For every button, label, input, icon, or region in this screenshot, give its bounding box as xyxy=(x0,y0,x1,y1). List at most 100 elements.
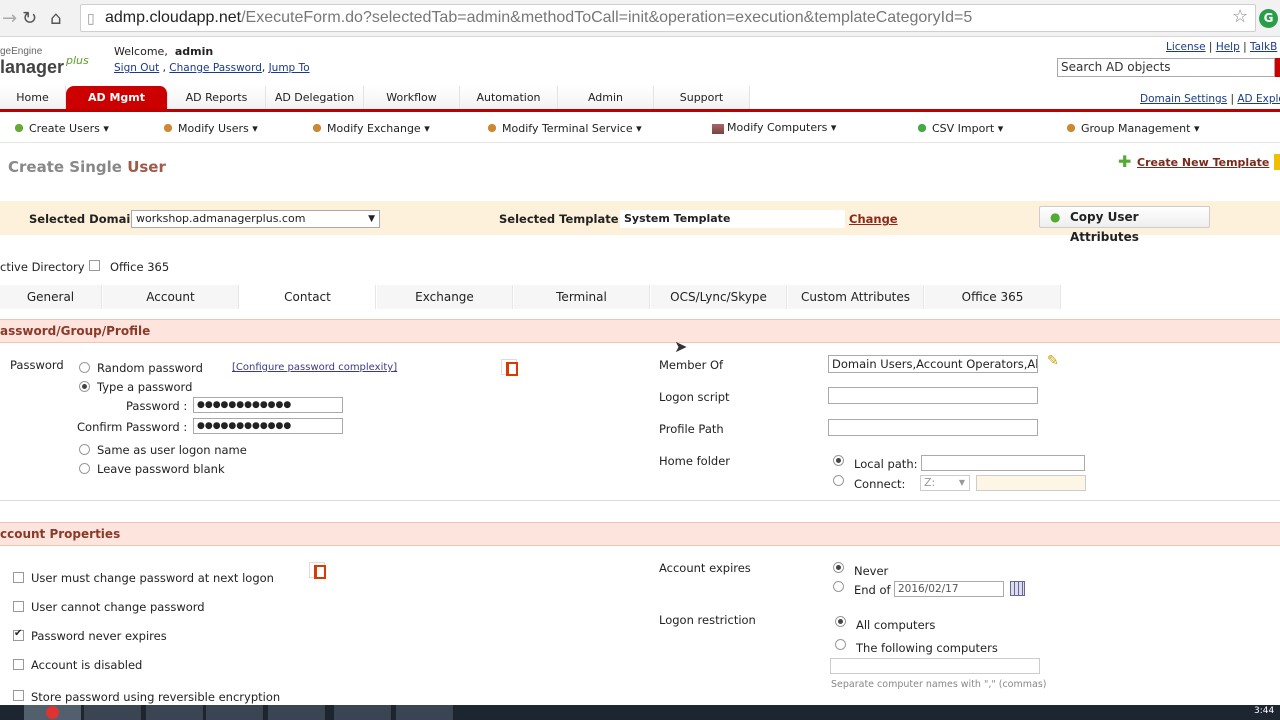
license-link[interactable]: License xyxy=(1166,41,1206,53)
must-change-password-checkbox[interactable] xyxy=(13,572,24,583)
password-input[interactable]: ●●●●●●●●●●●● xyxy=(193,397,343,413)
tab-general[interactable]: General xyxy=(0,285,102,309)
tab-ocs-lync-skype[interactable]: OCS/Lync/Skype xyxy=(651,285,787,309)
password-never-expires-checkbox[interactable] xyxy=(13,628,24,641)
menu-modify-terminal-service[interactable]: Modify Terminal Service ▾ xyxy=(485,121,642,135)
selected-template-value: System Template xyxy=(620,210,845,228)
taskbar-app-icon[interactable] xyxy=(268,705,326,720)
tab-office-365[interactable]: Office 365 xyxy=(925,285,1061,309)
profile-path-input[interactable] xyxy=(828,419,1038,436)
tab-home[interactable]: Home xyxy=(0,86,66,109)
type-password-label: Type a password xyxy=(97,380,193,394)
confirm-password-input[interactable]: ●●●●●●●●●●●● xyxy=(193,418,343,434)
all-computers-label: All computers xyxy=(856,618,936,632)
domain-select[interactable]: workshop.admanagerplus.com ▼ xyxy=(131,210,380,228)
end-date-input[interactable]: 2016/02/17 xyxy=(894,581,1004,597)
tab-contact[interactable]: Contact xyxy=(240,285,376,309)
cannot-change-password-checkbox[interactable] xyxy=(13,601,24,612)
local-path-input[interactable] xyxy=(921,455,1085,471)
tab-admin[interactable]: Admin xyxy=(558,86,654,109)
all-computers-radio[interactable] xyxy=(835,616,846,627)
menu-modify-computers[interactable]: Modify Computers ▾ xyxy=(712,121,836,134)
tab-ad-delegation[interactable]: AD Delegation xyxy=(266,86,364,109)
tab-ad-mgmt[interactable]: AD Mgmt xyxy=(66,86,168,109)
menu-csv-import[interactable]: CSV Import ▾ xyxy=(915,121,1003,135)
taskbar-app-icon[interactable] xyxy=(206,705,264,720)
mouse-cursor-icon: ➤ xyxy=(674,337,688,356)
search-ad-objects-input[interactable]: Search AD objects xyxy=(1057,58,1275,77)
account-disabled-checkbox[interactable] xyxy=(13,659,24,670)
menu-modify-users[interactable]: Modify Users ▾ xyxy=(161,121,258,135)
same-as-logon-radio[interactable] xyxy=(79,444,90,455)
change-template-link[interactable]: Change xyxy=(849,212,898,226)
taskbar-clock: 3:44 xyxy=(1254,706,1275,716)
add-template-icon: ✚ xyxy=(1118,152,1132,171)
home-icon[interactable]: ⌂ xyxy=(50,8,61,29)
bookmark-star-icon[interactable]: ☆ xyxy=(1232,6,1248,27)
leave-blank-radio[interactable] xyxy=(79,463,90,474)
local-path-label: Local path: xyxy=(854,457,918,471)
connect-path-input[interactable] xyxy=(976,475,1086,491)
following-computers-radio[interactable] xyxy=(835,639,846,650)
main-tab-bar: Home AD Mgmt AD Reports AD Delegation Wo… xyxy=(0,86,1280,112)
local-path-radio[interactable] xyxy=(833,455,844,466)
tab-workflow[interactable]: Workflow xyxy=(364,86,460,109)
member-of-input[interactable]: Domain Users,Account Operators,All xyxy=(828,355,1038,373)
office365-label: Office 365 xyxy=(110,260,170,274)
end-of-radio[interactable] xyxy=(833,581,844,592)
member-of-label: Member Of xyxy=(659,358,724,372)
ad-explorer-link[interactable]: AD Explo xyxy=(1237,93,1280,105)
tab-custom-attributes[interactable]: Custom Attributes xyxy=(788,285,924,309)
create-new-template-link[interactable]: Create New Template xyxy=(1137,156,1269,169)
connect-radio[interactable] xyxy=(833,475,844,486)
logon-script-input[interactable] xyxy=(828,387,1038,404)
computer-names-input[interactable] xyxy=(830,658,1040,674)
change-password-link[interactable]: Change Password xyxy=(169,62,262,74)
office365-checkbox[interactable] xyxy=(89,260,100,271)
taskbar-folder-icon[interactable] xyxy=(334,705,392,720)
account-properties-header: ccount Properties xyxy=(0,522,1280,546)
extension-icon[interactable]: G xyxy=(1259,9,1278,28)
tab-exchange[interactable]: Exchange xyxy=(377,285,513,309)
search-button[interactable] xyxy=(1275,58,1280,77)
drive-letter-select[interactable]: Z: ▼ xyxy=(920,475,970,491)
tab-terminal[interactable]: Terminal xyxy=(514,285,650,309)
menu-group-management[interactable]: Group Management ▾ xyxy=(1064,121,1199,135)
user-icon: ● xyxy=(1050,210,1061,224)
domain-settings-link[interactable]: Domain Settings xyxy=(1140,93,1227,105)
address-bar[interactable]: ▯ admp.cloudapp.net/ExecuteForm.do?selec… xyxy=(80,4,1256,32)
must-change-password-label: User must change password at next logon xyxy=(31,571,274,585)
username: admin xyxy=(174,45,214,58)
never-expires-radio[interactable] xyxy=(833,562,844,573)
back-icon[interactable]: → xyxy=(2,8,17,29)
pencil-edit-icon[interactable]: ✎ xyxy=(1047,353,1059,369)
taskbar-app-icon[interactable] xyxy=(84,705,142,720)
help-link[interactable]: Help xyxy=(1216,41,1240,53)
type-password-radio[interactable] xyxy=(79,381,90,392)
profile-path-label: Profile Path xyxy=(659,422,724,436)
taskbar-chrome-icon[interactable] xyxy=(24,705,82,720)
menu-create-users[interactable]: Create Users ▾ xyxy=(12,121,109,135)
talk-back-link[interactable]: TalkB xyxy=(1250,41,1277,53)
tab-account[interactable]: Account xyxy=(103,285,239,309)
tab-support[interactable]: Support xyxy=(654,86,750,109)
same-as-logon-label: Same as user logon name xyxy=(97,443,247,457)
dropdown-arrow-icon: ▼ xyxy=(368,214,375,224)
calendar-icon[interactable] xyxy=(1010,581,1025,596)
reversible-encryption-checkbox[interactable] xyxy=(13,690,24,701)
taskbar-app-icon[interactable] xyxy=(146,705,204,720)
random-password-radio[interactable] xyxy=(79,362,90,373)
reload-icon[interactable]: ↻ xyxy=(22,8,37,29)
menu-modify-exchange[interactable]: Modify Exchange ▾ xyxy=(310,121,430,135)
jump-to-link[interactable]: Jump To xyxy=(269,62,310,74)
sign-out-link[interactable]: Sign Out xyxy=(114,62,159,74)
office-icon xyxy=(309,562,326,579)
copy-user-attributes-button[interactable]: ● Copy User Attributes xyxy=(1039,206,1210,244)
tab-automation[interactable]: Automation xyxy=(460,86,558,109)
taskbar-app-icon[interactable] xyxy=(396,705,454,720)
account-expires-label: Account expires xyxy=(659,561,751,575)
configure-password-complexity-link[interactable]: [Configure password complexity] xyxy=(232,362,397,373)
admanager-logo: geEngine lanager plus xyxy=(0,46,89,77)
tab-ad-reports[interactable]: AD Reports xyxy=(168,86,266,109)
password-label: Password xyxy=(10,358,64,372)
